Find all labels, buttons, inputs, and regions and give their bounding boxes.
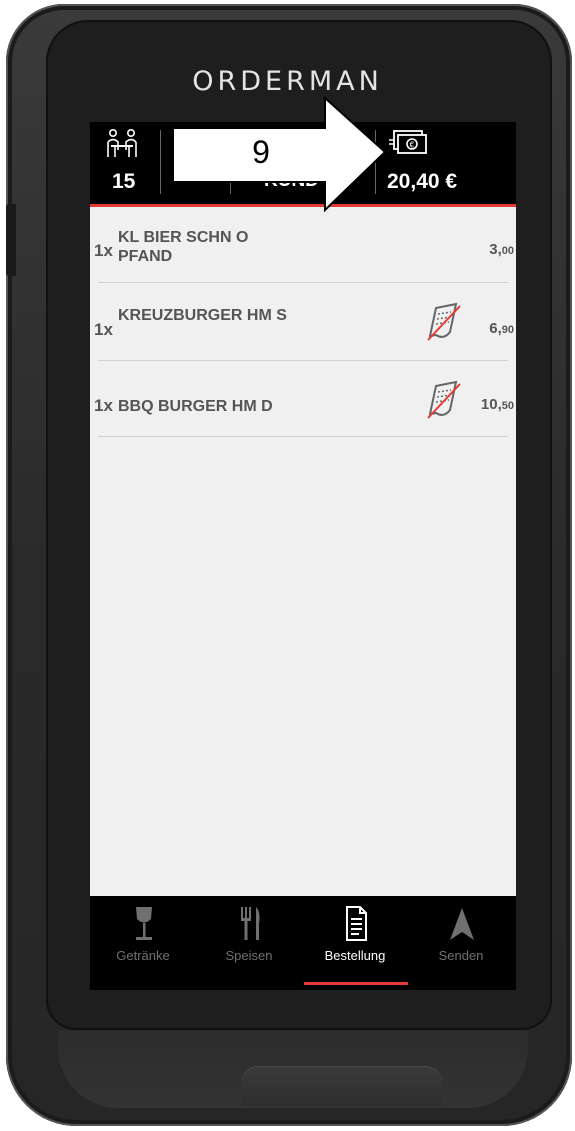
- item-price: 10,50: [480, 396, 514, 413]
- order-header: 15 KUND € 20,40 €: [90, 122, 516, 207]
- course-note-icon[interactable]: [420, 302, 466, 342]
- nav-tab-bestellung[interactable]: Bestellung: [302, 896, 408, 990]
- item-name: KL BIER SCHN O PFAND: [118, 229, 249, 265]
- table-number: 15: [112, 170, 136, 193]
- device-chin: [58, 1030, 528, 1108]
- row-divider: [98, 436, 508, 437]
- active-tab-indicator: [304, 982, 408, 985]
- item-name: KREUZBURGER HM S: [118, 307, 287, 324]
- item-quantity: 1x: [94, 320, 113, 339]
- brand-logo: ORDERMAN: [192, 66, 383, 97]
- nav-tab-speisen[interactable]: Speisen: [196, 896, 302, 990]
- nav-label: Bestellung: [324, 948, 386, 963]
- nav-label: Speisen: [225, 948, 273, 963]
- nav-tab-getraenke[interactable]: Getränke: [90, 896, 196, 990]
- money-icon: €: [389, 130, 427, 154]
- order-item[interactable]: 1x BBQ BURGER HM D 10,50: [90, 376, 516, 442]
- app-screen: 15 KUND € 20,40 € 1x KL BIER SCHN O PFAN…: [90, 122, 516, 990]
- side-button[interactable]: [6, 204, 16, 276]
- table-guests-icon: [107, 128, 137, 157]
- nav-tab-senden[interactable]: Senden: [408, 896, 514, 990]
- course-note-icon[interactable]: [420, 380, 466, 420]
- table-cell[interactable]: 15: [90, 122, 160, 204]
- document-icon: [346, 906, 367, 941]
- svg-text:€: €: [409, 141, 414, 150]
- total-cell[interactable]: € 20,40 €: [375, 122, 516, 204]
- customer-label: KUND: [264, 170, 319, 191]
- callout-number: 9: [252, 134, 270, 170]
- send-arrow-icon: [450, 908, 474, 940]
- home-button[interactable]: [242, 1066, 442, 1106]
- header-divider: [160, 130, 161, 194]
- bottom-nav: Getränke Speisen Bestellung Senden: [90, 896, 516, 990]
- order-total: 20,40 €: [387, 170, 458, 193]
- nav-label: Senden: [438, 948, 484, 963]
- nav-label: Getränke: [116, 948, 170, 963]
- row-divider: [98, 360, 508, 361]
- order-item[interactable]: 1x KL BIER SCHN O PFAND 3,00: [90, 220, 516, 286]
- wine-glass-icon: [136, 907, 152, 940]
- item-price: 6,90: [489, 320, 514, 337]
- item-quantity: 1x: [94, 241, 113, 260]
- item-price: 3,00: [489, 241, 514, 258]
- item-name: BBQ BURGER HM D: [118, 398, 273, 415]
- row-divider: [98, 282, 508, 283]
- order-item[interactable]: 1x KREUZBURGER HM S 6,90: [90, 298, 516, 364]
- fork-knife-icon: [241, 907, 260, 940]
- item-quantity: 1x: [94, 396, 113, 415]
